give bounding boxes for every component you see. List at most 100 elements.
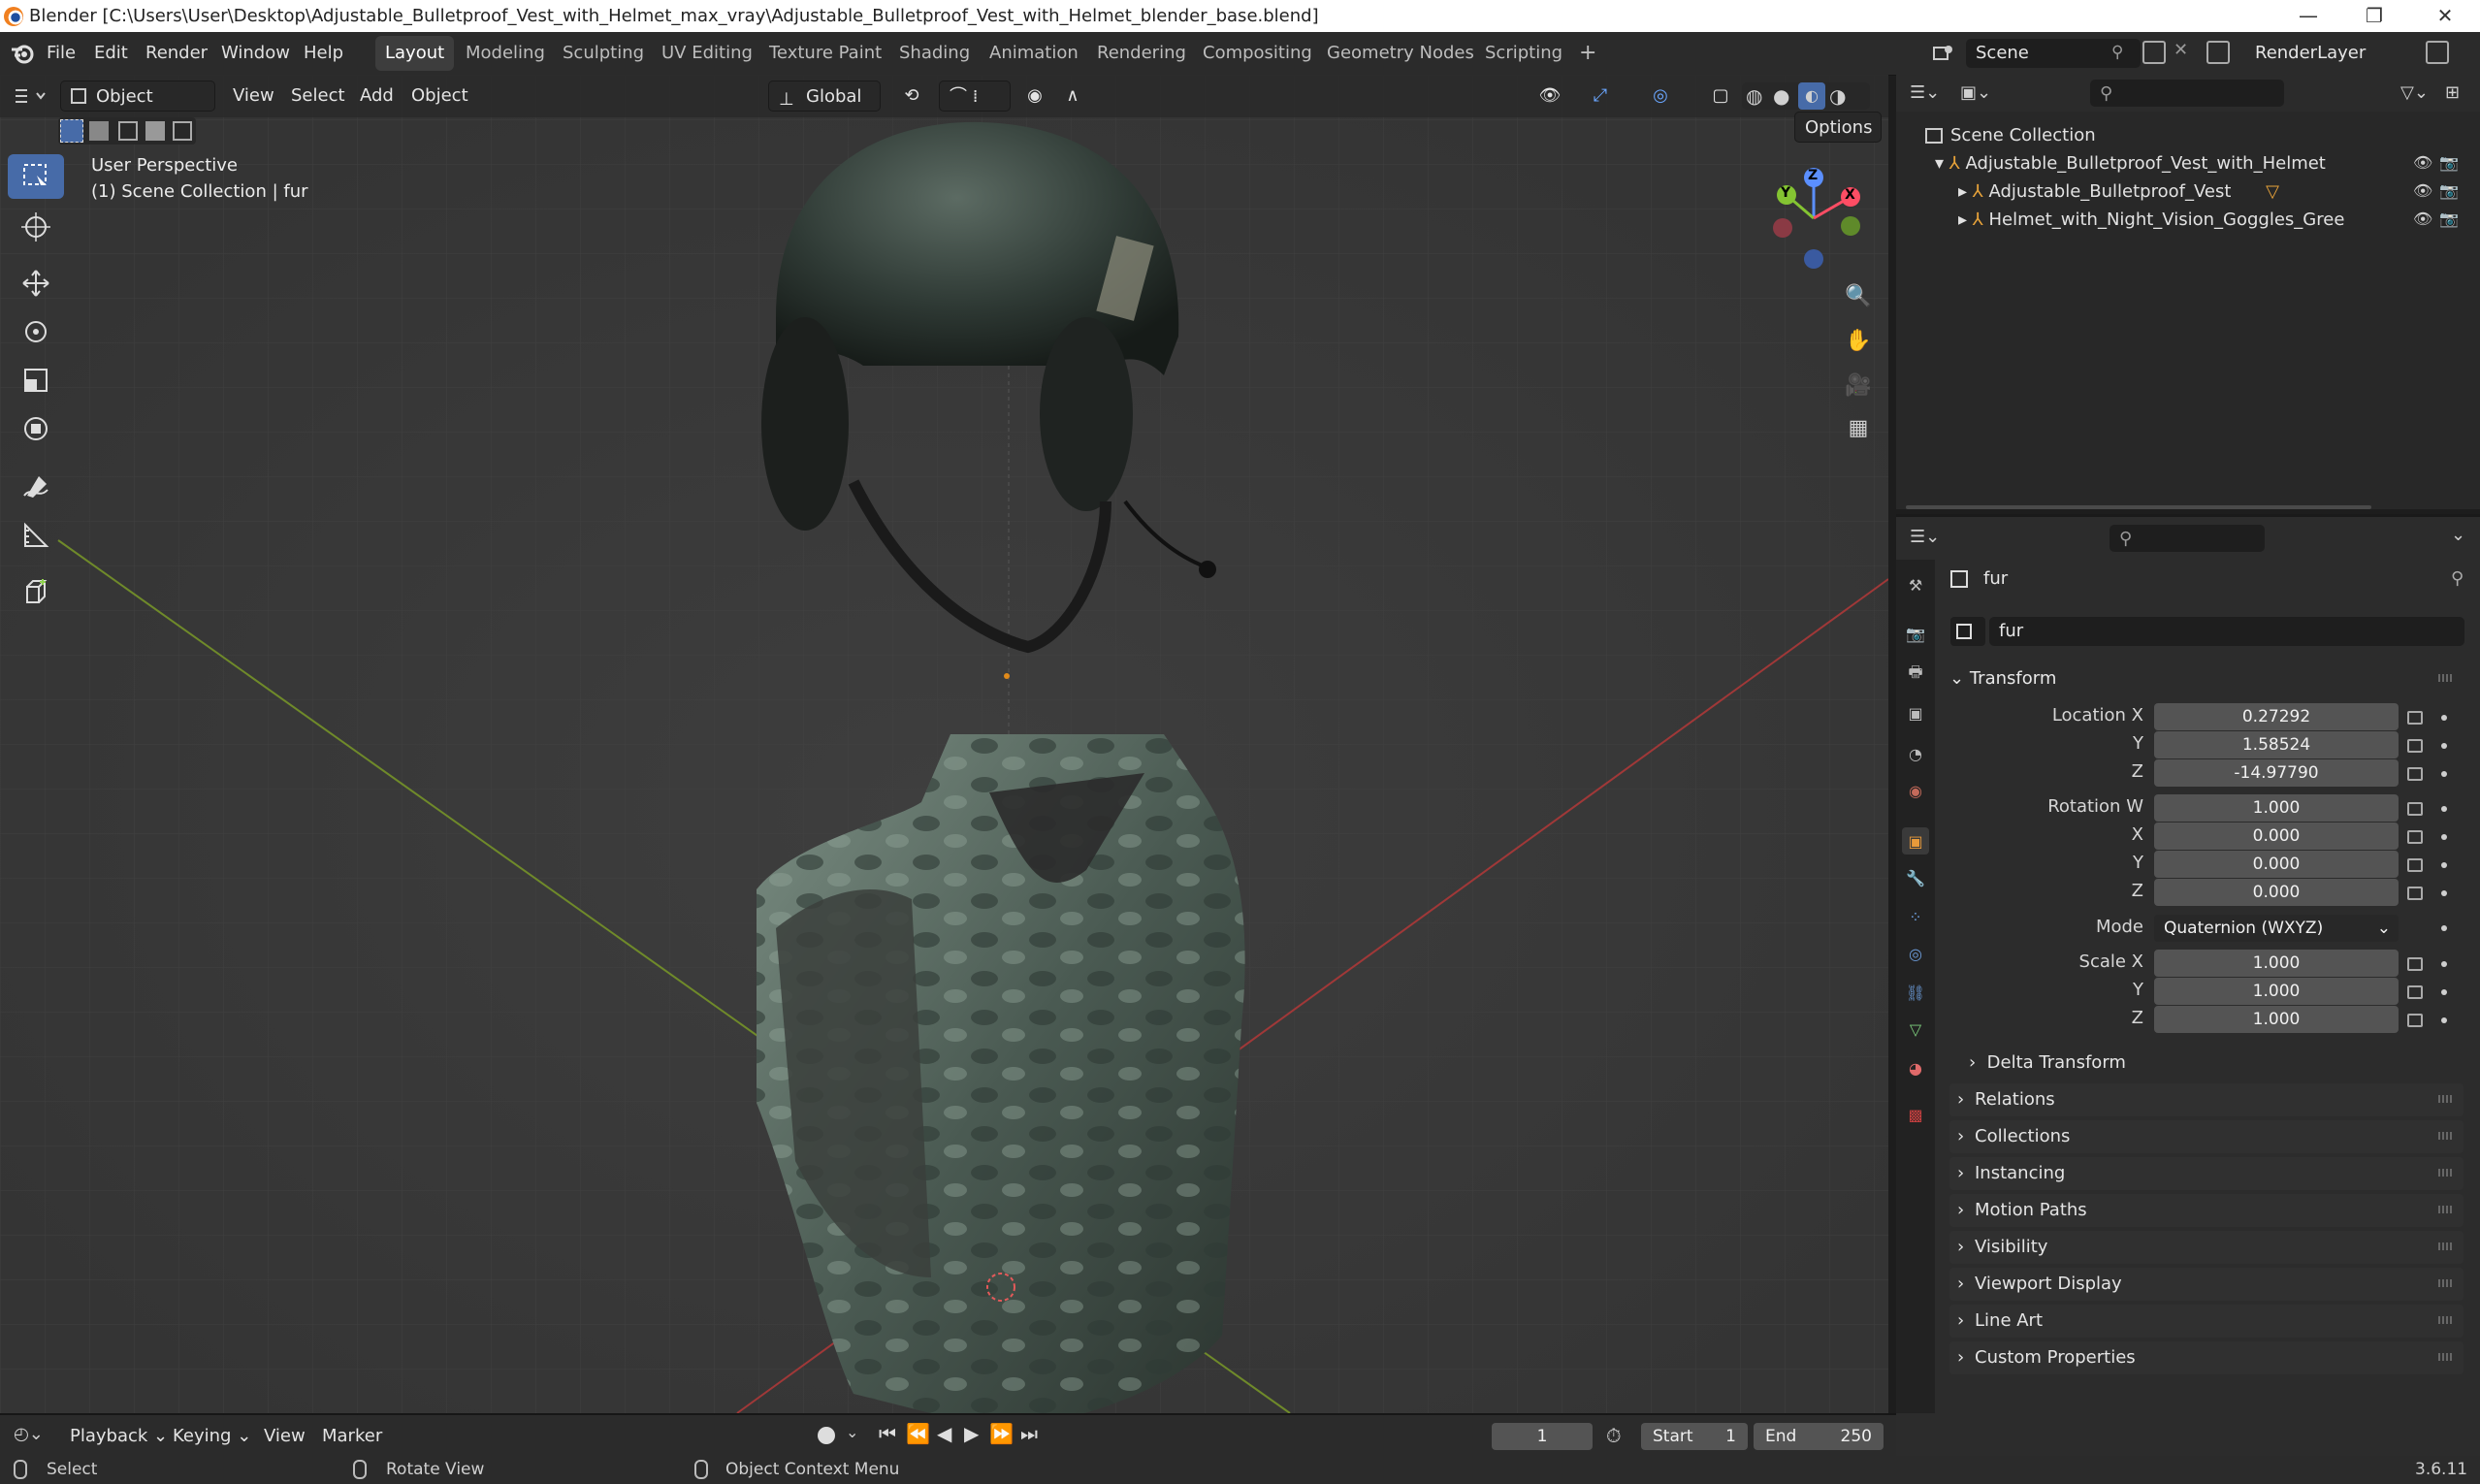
overlay-toggle-icon[interactable]: ◎ (1639, 81, 1682, 112)
collapse-icon[interactable]: ▸ (1958, 210, 1973, 230)
tree-item-vest[interactable]: ▸ ⅄ Adjustable_Bulletproof_Vest ▽ (1958, 178, 2279, 206)
location-y-field[interactable]: 1.58524 (2154, 731, 2399, 758)
tab-compositing[interactable]: Compositing (1193, 36, 1322, 71)
viewport-menu-select[interactable]: Select (291, 81, 345, 112)
tab-rendering[interactable]: Rendering (1087, 36, 1196, 71)
move-tool[interactable] (8, 261, 64, 306)
collapse-icon[interactable]: ▸ (1958, 181, 1973, 202)
chevron-down-icon[interactable]: ⌄ (846, 1423, 858, 1441)
blender-menu-icon[interactable] (10, 42, 35, 65)
jump-keyframe-back-icon[interactable]: ⏪ (906, 1422, 930, 1445)
add-cube-tool[interactable] (8, 569, 64, 614)
tree-item-helmet[interactable]: ▸ ⅄ Helmet_with_Night_Vision_Goggles_Gre… (1958, 207, 2346, 234)
snap-icon[interactable]: ⌒ ⁞ (939, 81, 1011, 112)
scale-y-field[interactable]: 1.000 (2154, 978, 2399, 1005)
solid-shading-icon[interactable]: ● (1773, 84, 1789, 108)
scene-tab-icon[interactable]: ◔ (1902, 740, 1929, 767)
mode-dropdown[interactable]: Object Mode (60, 81, 215, 138)
panel-menu-icon[interactable]: ⌄ (2451, 525, 2465, 545)
delete-scene-icon[interactable]: ✕ (2174, 40, 2188, 60)
timeline-menu-view[interactable]: View (264, 1421, 306, 1452)
lock-icon[interactable] (2407, 887, 2423, 900)
tab-animation[interactable]: Animation (980, 36, 1088, 71)
lock-icon[interactable] (2407, 802, 2423, 816)
lock-icon[interactable] (2407, 957, 2423, 971)
wireframe-shading-icon[interactable]: ◍ (1746, 84, 1762, 108)
play-icon[interactable]: ▶ (964, 1422, 979, 1445)
timeline-menu-playback[interactable]: Playback ⌄ (70, 1421, 168, 1452)
render-camera-icon[interactable]: 📷 (2439, 210, 2459, 228)
keyframe-dot[interactable] (2441, 989, 2447, 995)
tab-sculpting[interactable]: Sculpting (553, 36, 654, 71)
select-invert-icon[interactable] (145, 121, 165, 141)
particles-tab-icon[interactable]: ⁘ (1902, 903, 1929, 930)
drag-grip-icon[interactable] (2438, 1353, 2454, 1361)
tab-geometry-nodes[interactable]: Geometry Nodes (1317, 36, 1484, 71)
visibility-icon[interactable]: 👁 (1529, 81, 1571, 112)
keyframe-dot[interactable] (2441, 961, 2447, 967)
texture-tab-icon[interactable]: ▩ (1902, 1101, 1929, 1128)
drag-grip-icon[interactable] (2438, 1095, 2454, 1103)
keyframe-dot[interactable] (2441, 862, 2447, 868)
current-frame-field[interactable]: 1 (1492, 1423, 1593, 1450)
rotation-w-field[interactable]: 1.000 (2154, 794, 2399, 822)
timeline-editor-icon[interactable]: ◴⌄ (14, 1424, 44, 1444)
rendered-shading-icon[interactable]: ◑ (1829, 84, 1846, 108)
lock-icon[interactable] (2407, 858, 2423, 872)
section-line-art[interactable]: › Line Art (1949, 1305, 2464, 1338)
new-render-layer-icon[interactable] (2426, 41, 2449, 64)
render-camera-icon[interactable]: 📷 (2439, 153, 2459, 172)
transform-section-header[interactable]: ⌄ Transform (1949, 662, 2464, 695)
tab-modeling[interactable]: Modeling (456, 36, 555, 71)
jump-start-icon[interactable]: ⏮ (879, 1422, 896, 1445)
ortho-grid-icon[interactable]: ▦ (1837, 406, 1880, 449)
object-browse-icon[interactable] (1950, 617, 1985, 646)
section-instancing[interactable]: › Instancing (1949, 1157, 2464, 1190)
keyframe-dot[interactable] (2441, 890, 2447, 896)
menu-edit[interactable]: Edit (94, 32, 128, 75)
annotate-tool[interactable] (8, 465, 64, 509)
new-scene-icon[interactable] (2142, 41, 2166, 64)
lock-icon[interactable] (2407, 739, 2423, 753)
end-frame-field[interactable]: End 250 (1754, 1423, 1884, 1450)
timeline-menu-keying[interactable]: Keying ⌄ (173, 1421, 251, 1452)
section-collections[interactable]: › Collections (1949, 1120, 2464, 1153)
constraints-tab-icon[interactable]: ⛓ (1902, 979, 1929, 1006)
output-tab-icon[interactable]: 🖶 (1902, 661, 1929, 688)
lock-icon[interactable] (2407, 1014, 2423, 1027)
outliner-search-input[interactable]: ⚲ (2090, 80, 2284, 107)
pivot-icon[interactable]: ⟲ (894, 81, 929, 112)
material-preview-icon[interactable]: ◐ (1798, 82, 1825, 110)
lock-icon[interactable] (2407, 711, 2423, 725)
visibility-eye-icon[interactable]: 👁 (2413, 181, 2432, 200)
scale-tool[interactable] (8, 358, 64, 403)
material-tab-icon[interactable]: ◕ (1902, 1054, 1929, 1081)
drag-grip-icon[interactable] (2438, 1169, 2454, 1177)
lock-icon[interactable] (2407, 830, 2423, 844)
section-custom-properties[interactable]: › Custom Properties (1949, 1341, 2464, 1374)
menu-window[interactable]: Window (221, 32, 290, 75)
location-z-field[interactable]: -14.97790 (2154, 759, 2399, 787)
drag-grip-icon[interactable] (2438, 1132, 2454, 1140)
lock-icon[interactable] (2407, 767, 2423, 781)
select-box-tool[interactable] (8, 154, 64, 199)
jump-keyframe-forward-icon[interactable]: ⏩ (989, 1422, 1014, 1445)
keyframe-dot[interactable] (2441, 715, 2447, 721)
keyframe-dot[interactable] (2441, 743, 2447, 749)
viewport-menu-object[interactable]: Object (411, 81, 468, 112)
select-subtract-icon[interactable] (118, 121, 138, 141)
modifier-tab-icon[interactable]: 🔧 (1902, 864, 1929, 891)
proportional-edit-icon[interactable]: ◉ (1020, 81, 1049, 112)
rotation-z-field[interactable]: 0.000 (2154, 879, 2399, 906)
render-camera-icon[interactable]: 📷 (2439, 181, 2459, 200)
minimize-button[interactable]: — (2276, 0, 2340, 32)
timeline-menu-marker[interactable]: Marker (322, 1421, 382, 1452)
object-name-field[interactable]: fur (1989, 617, 2464, 646)
properties-search-input[interactable]: ⚲ (2110, 525, 2265, 552)
transform-orientation-dropdown[interactable]: ⊥ Global (768, 81, 881, 112)
3d-viewport[interactable]: Object Mode View Select Add Object ⊥ Glo… (0, 75, 1888, 1413)
keyframe-dot[interactable] (2441, 1017, 2447, 1023)
drag-grip-icon[interactable] (2438, 1279, 2454, 1287)
start-frame-field[interactable]: Start 1 (1641, 1423, 1748, 1450)
transform-tool[interactable] (8, 406, 64, 451)
